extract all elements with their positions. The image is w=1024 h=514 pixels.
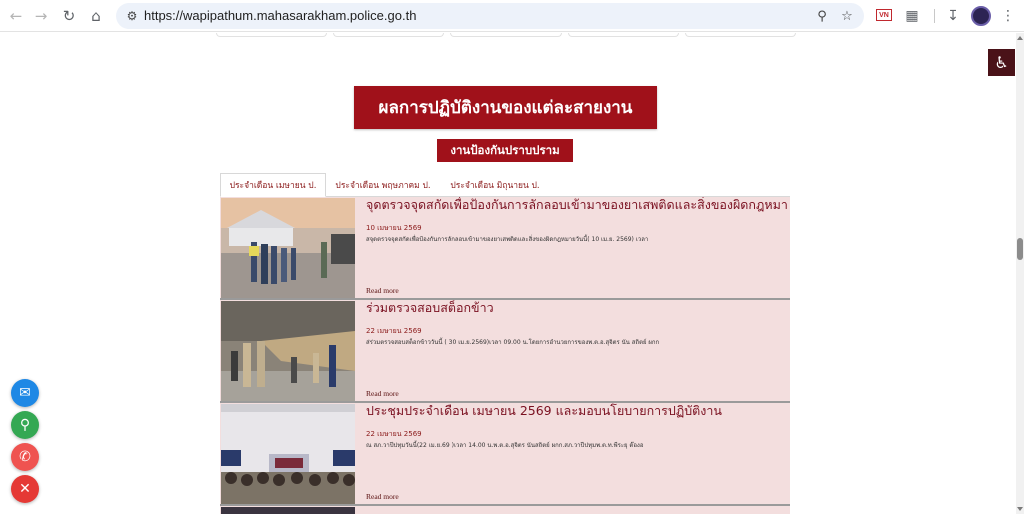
messenger-button[interactable]: ✉: [11, 379, 39, 407]
page-scrollbar[interactable]: [1016, 33, 1024, 514]
wheelchair-icon: ♿: [994, 53, 1009, 72]
list-item[interactable]: [220, 506, 790, 514]
news-list: จุดตรวจจุดสกัดเพื่อป้องกันการลักลอบเข้าม…: [220, 197, 790, 514]
bookmark-star-icon[interactable]: ☆: [837, 6, 857, 26]
menu-kebab-icon[interactable]: ⋮: [997, 5, 1019, 27]
card-edge: [567, 33, 679, 37]
phone-button[interactable]: ✆: [11, 443, 39, 471]
section-title: ผลการปฏิบัติงานของแต่ละสายงาน: [354, 86, 657, 129]
list-item[interactable]: จุดตรวจจุดสกัดเพื่อป้องกันการลักลอบเข้าม…: [220, 197, 790, 300]
news-title[interactable]: ประชุมประจำเดือน เมษายน 2569 และมอบนโยบา…: [366, 403, 788, 419]
extensions-puzzle-icon[interactable]: ▦: [901, 5, 923, 27]
scroll-up-icon[interactable]: [1017, 36, 1023, 40]
map-pin-icon: ⚲: [19, 417, 31, 433]
list-item[interactable]: ร่วมตรวจสอบสต็อกข้าว 22 เมษายน 2569 ส่ร่…: [220, 300, 790, 403]
tab-june[interactable]: ประจำเดือน มิถุนายน ป.: [442, 173, 548, 197]
page-content: ♿ ผลการปฏิบัติงานของแต่ละสายงาน งานป้องก…: [0, 33, 1016, 514]
read-more-link[interactable]: Read more: [366, 286, 399, 295]
news-excerpt: ณ สภ.วาปีปทุมวันนี้(22 เม.ย.69 )เวลา 14.…: [366, 442, 644, 449]
browser-toolbar: ← → ↻ ⌂ ⚙ https://wapipathum.mahasarakha…: [0, 0, 1024, 32]
back-icon[interactable]: ←: [4, 4, 28, 28]
month-tabs: ประจำเดือน เมษายน ป. ประจำเดือน พฤษภาคม …: [220, 173, 790, 197]
subsection-title: งานป้องกันปราบปราม: [437, 139, 573, 162]
scrollbar-thumb[interactable]: [1017, 238, 1023, 260]
card-edge: [216, 33, 328, 37]
news-thumbnail[interactable]: [221, 198, 355, 298]
address-bar[interactable]: ⚙ https://wapipathum.mahasarakham.police…: [116, 3, 864, 29]
url-text[interactable]: https://wapipathum.mahasarakham.police.g…: [144, 8, 416, 23]
messenger-icon: ✉: [19, 385, 31, 401]
forward-icon[interactable]: →: [29, 4, 53, 28]
news-date: 22 เมษายน 2569: [366, 430, 422, 438]
card-edge: [450, 33, 562, 37]
tab-april[interactable]: ประจำเดือน เมษายน ป.: [220, 173, 326, 197]
news-date: 22 เมษายน 2569: [366, 327, 422, 335]
close-button[interactable]: ✕: [11, 475, 39, 503]
card-edge: [684, 33, 797, 37]
site-settings-icon[interactable]: ⚙: [122, 6, 142, 26]
tab-may[interactable]: ประจำเดือน พฤษภาคม ป.: [330, 173, 436, 197]
news-title[interactable]: จุดตรวจจุดสกัดเพื่อป้องกันการลักลอบเข้าม…: [366, 197, 788, 213]
news-date: 10 เมษายน 2569: [366, 224, 422, 232]
previous-section-cards: [216, 33, 797, 37]
read-more-link[interactable]: Read more: [366, 492, 399, 501]
close-icon: ✕: [19, 481, 31, 497]
phone-icon: ✆: [19, 449, 31, 465]
toolbar-divider: [934, 9, 935, 23]
zoom-icon[interactable]: ⚲: [812, 6, 832, 26]
profile-avatar[interactable]: [971, 6, 991, 26]
scroll-down-icon[interactable]: [1017, 507, 1023, 511]
download-icon[interactable]: ↧: [942, 5, 964, 27]
news-excerpt: สจุดตรวจจุดสกัดเพื่อป้องกันการลักลอบเข้า…: [366, 236, 649, 243]
news-thumbnail[interactable]: [221, 404, 355, 504]
card-edge: [333, 33, 445, 37]
extension-vn-icon[interactable]: VN: [876, 9, 892, 21]
news-title[interactable]: ร่วมตรวจสอบสต็อกข้าว: [366, 300, 788, 316]
reload-icon[interactable]: ↻: [57, 4, 81, 28]
read-more-link[interactable]: Read more: [366, 389, 399, 398]
home-icon[interactable]: ⌂: [84, 4, 108, 28]
list-item[interactable]: ประชุมประจำเดือน เมษายน 2569 และมอบนโยบา…: [220, 403, 790, 506]
news-thumbnail[interactable]: [221, 301, 355, 401]
news-excerpt: ส่ร่วมตรวจสอบสต็อกข้าววันนี้ ( 30 เม.ย.2…: [366, 339, 660, 346]
accessibility-button[interactable]: ♿: [988, 49, 1015, 76]
map-button[interactable]: ⚲: [11, 411, 39, 439]
news-thumbnail[interactable]: [221, 507, 355, 514]
